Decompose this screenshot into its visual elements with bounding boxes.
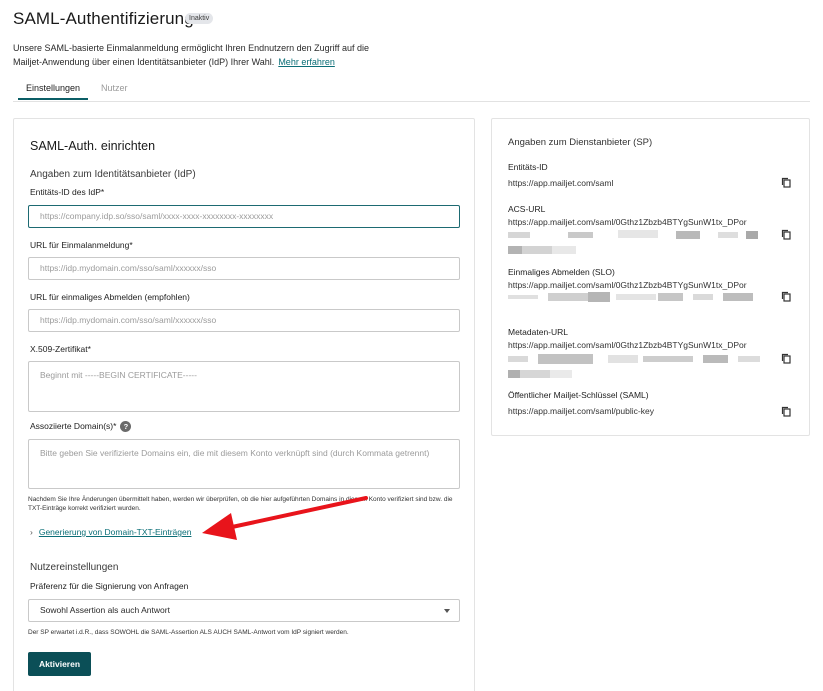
sp-entity-id-label: Entitäts-ID [508,162,548,172]
copy-icon[interactable] [781,353,791,364]
domains-label: Assoziierte Domain(s)* [30,421,117,431]
copy-icon[interactable] [781,177,791,188]
domains-textarea[interactable]: Bitte geben Sie verifizierte Domains ein… [28,439,460,489]
certificate-label: X.509-Zertifikat* [30,344,91,354]
tab-bar: Einstellungen Nutzer [13,80,810,102]
sp-public-key-label: Öffentlicher Mailjet-Schlüssel (SAML) [508,390,649,400]
signing-help-text: Der SP erwartet i.d.R., dass SOWOHL die … [28,629,349,636]
sp-acs-url-value: https://app.mailjet.com/saml/0Gthz1Zbzb4… [508,217,747,227]
tab-settings[interactable]: Einstellungen [17,83,89,100]
setup-title: SAML-Auth. einrichten [30,139,156,153]
learn-more-link[interactable]: Mehr erfahren [278,57,335,67]
user-settings-title: Nutzereinstellungen [30,562,119,573]
sp-slo-label: Einmaliges Abmelden (SLO) [508,267,615,277]
signing-select[interactable]: Sowohl Assertion als auch Antwort [28,599,460,622]
sso-url-input[interactable]: https://idp.mydomain.com/sso/saml/xxxxxx… [28,257,460,280]
sso-url-label: URL für Einmalanmeldung* [30,240,133,250]
redacted-value [508,246,576,254]
saml-setup-card: SAML-Auth. einrichten Angaben zum Identi… [13,118,475,691]
copy-icon[interactable] [781,291,791,302]
copy-icon[interactable] [781,406,791,417]
sp-metadata-url-value: https://app.mailjet.com/saml/0Gthz1Zbzb4… [508,340,747,350]
help-icon[interactable]: ? [120,421,132,433]
sp-public-key-value: https://app.mailjet.com/saml/public-key [508,406,654,416]
sp-metadata-url-label: Metadaten-URL [508,327,569,337]
sp-acs-url-label: ACS-URL [508,204,546,214]
status-badge: Inaktiv [185,13,214,24]
activate-button[interactable]: Aktivieren [28,652,91,676]
page-title: SAML-Authentifizierung [13,9,194,28]
caret-down-icon [444,609,450,613]
certificate-textarea[interactable]: Beginnt mit -----BEGIN CERTIFICATE----- [28,361,460,412]
entity-id-label: Entitäts-ID des IdP* [30,187,105,197]
tab-users[interactable]: Nutzer [101,83,128,93]
intro-text: Unsere SAML-basierte Einmalanmeldung erm… [13,41,393,69]
copy-icon[interactable] [781,229,791,240]
sp-slo-value: https://app.mailjet.com/saml/0Gthz1Zbzb4… [508,280,747,290]
domains-label-row: Assoziierte Domain(s)*? [30,421,132,433]
redacted-value [508,354,760,364]
redacted-value [508,292,753,302]
txt-records-link-label: Generierung von Domain-TXT-Einträgen [38,527,192,537]
idp-section-title: Angaben zum Identitätsanbieter (IdP) [30,169,196,180]
sp-title: Angaben zum Dienstanbieter (SP) [508,137,653,148]
domains-help-text: Nachdem Sie Ihre Änderungen übermittelt … [28,496,453,512]
sp-details-card: Angaben zum Dienstanbieter (SP) Entitäts… [491,118,810,436]
entity-id-input[interactable]: https://company.idp.so/sso/saml/xxxx-xxx… [28,205,460,228]
slo-url-label: URL für einmaliges Abmelden (empfohlen) [30,292,190,302]
slo-url-input[interactable]: https://idp.mydomain.com/sso/saml/xxxxxx… [28,309,460,332]
txt-records-link[interactable]: › Generierung von Domain-TXT-Einträgen [30,527,191,537]
sp-entity-id-value: https://app.mailjet.com/saml [508,178,614,188]
redacted-value [508,370,572,378]
redacted-value [508,230,758,239]
signing-label: Präferenz für die Signierung von Anfrage… [30,581,189,591]
chevron-right-icon: › [30,527,33,537]
signing-select-value: Sowohl Assertion als auch Antwort [40,605,170,615]
